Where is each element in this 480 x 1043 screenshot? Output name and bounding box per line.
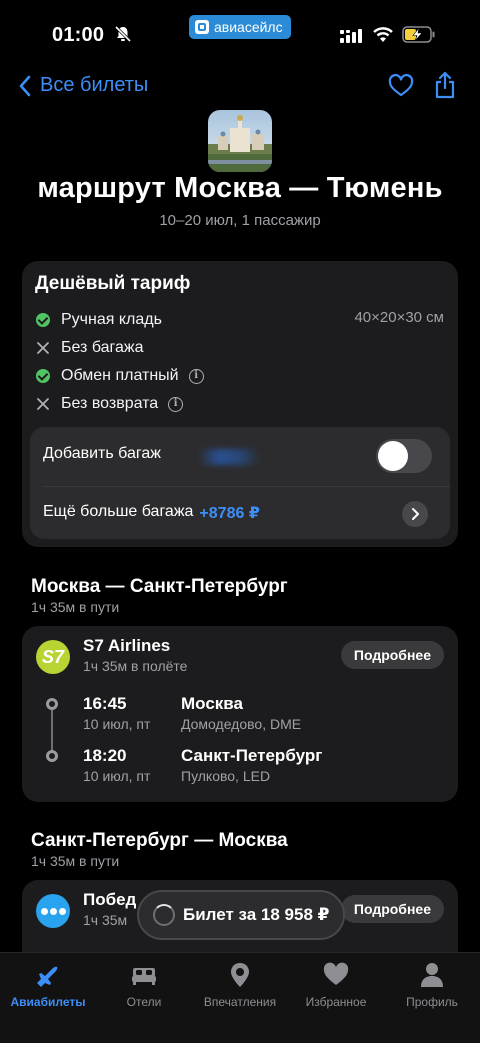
- tab-hotels[interactable]: Отели: [96, 959, 192, 1009]
- bell-muted-icon: [114, 25, 132, 43]
- tab-label: Отели: [126, 995, 162, 1009]
- aviasales-logo-icon: [195, 20, 209, 34]
- tab-flights[interactable]: Авиабилеты: [0, 959, 96, 1009]
- ticket-price-label: Билет за 18 958 ₽: [183, 905, 330, 924]
- brand-label: авиасейлс: [214, 19, 283, 35]
- tab-label: Впечатления: [203, 995, 277, 1009]
- arrival-date: 10 июл, пт: [83, 768, 151, 784]
- tab-profile[interactable]: Профиль: [384, 959, 480, 1009]
- add-baggage-toggle[interactable]: [376, 439, 432, 473]
- feature-label: Обмен платный: [61, 367, 179, 384]
- tab-label: Авиабилеты: [10, 995, 86, 1009]
- timeline-line: [51, 704, 53, 756]
- feature-label: Ручная кладь: [61, 311, 162, 328]
- more-baggage-price: +8786 ₽: [199, 505, 260, 522]
- arrival-dot: [46, 750, 58, 762]
- city-photo: [208, 110, 272, 172]
- top-nav: Все билеты: [0, 66, 480, 106]
- tab-label: Избранное: [305, 995, 367, 1009]
- segment-duration: 1ч 35м в пути: [31, 599, 120, 615]
- aviasales-badge[interactable]: авиасейлс: [189, 15, 291, 39]
- back-button[interactable]: Все билеты: [18, 74, 148, 97]
- more-baggage-label: Ещё больше багажа: [43, 503, 194, 520]
- tab-experiences[interactable]: Впечатления: [192, 959, 288, 1009]
- toggle-knob: [378, 441, 408, 471]
- chevron-right-icon: [412, 508, 419, 520]
- info-icon[interactable]: i: [188, 368, 204, 384]
- cellular-signal-icon: [340, 29, 362, 43]
- wifi-icon: [373, 27, 393, 42]
- bed-icon: [132, 968, 156, 985]
- s7-logo-icon: S7: [36, 640, 70, 674]
- segment-title: Санкт-Петербург — Москва: [31, 830, 288, 851]
- info-icon[interactable]: i: [168, 396, 184, 412]
- tab-bar: Авиабилеты Отели Впечатления Избранное П…: [0, 952, 480, 1043]
- tariff-card: Дешёвый тариф Ручная кладь 40×20×30 см Б…: [22, 261, 458, 547]
- hand-luggage-size: 40×20×30 см: [354, 309, 444, 326]
- loading-spinner-icon: [153, 904, 175, 926]
- feature-hand-luggage: Ручная кладь: [35, 308, 162, 332]
- location-pin-icon: [231, 963, 249, 987]
- airline-name: S7 Airlines: [83, 636, 171, 655]
- feature-label: Без возврата: [61, 395, 159, 412]
- battery-charging-icon: [402, 26, 435, 43]
- pobeda-logo-icon: [36, 894, 70, 928]
- departure-time: 16:45: [83, 694, 127, 713]
- tariff-title: Дешёвый тариф: [35, 273, 191, 294]
- chevron-left-icon: [19, 75, 31, 96]
- back-label: Все билеты: [40, 74, 149, 96]
- more-baggage-button[interactable]: [402, 501, 428, 527]
- flight-duration: 1ч 35м в полёте: [83, 658, 188, 674]
- add-baggage-label: Добавить багаж: [43, 445, 161, 462]
- departure-city: Москва: [181, 694, 243, 713]
- arrival-city: Санкт-Петербург: [181, 746, 323, 765]
- person-icon: [421, 963, 443, 987]
- status-bar: 01:00 авиасейлс: [0, 0, 480, 58]
- arrival-time: 18:20: [83, 746, 127, 765]
- flight-duration: 1ч 35м: [83, 912, 128, 928]
- check-icon: [36, 313, 50, 327]
- heart-icon[interactable]: [388, 74, 414, 98]
- feature-exchange: Обмен платный i: [35, 364, 204, 388]
- segment-title: Москва — Санкт-Петербург: [31, 576, 288, 597]
- plane-icon: [37, 966, 58, 987]
- blurred-price: [198, 449, 260, 465]
- status-time: 01:00: [52, 24, 105, 46]
- more-baggage-link[interactable]: Ещё больше багажа +8786 ₽: [43, 503, 260, 523]
- details-button[interactable]: Подробнее: [340, 641, 444, 669]
- baggage-options: Добавить багаж Ещё больше багажа +8786 ₽: [30, 427, 450, 539]
- departure-dot: [46, 698, 58, 710]
- details-button[interactable]: Подробнее: [340, 895, 444, 923]
- flight-card: S7 S7 Airlines 1ч 35м в полёте Подробнее…: [22, 626, 458, 802]
- tab-favorites[interactable]: Избранное: [288, 959, 384, 1009]
- cross-icon: [37, 398, 49, 410]
- feature-label: Без багажа: [61, 339, 144, 356]
- segment-duration: 1ч 35м в пути: [31, 853, 120, 869]
- departure-airport: Домодедово, DME: [181, 716, 302, 732]
- share-icon[interactable]: [434, 71, 456, 99]
- check-icon: [36, 369, 50, 383]
- tab-label: Профиль: [406, 995, 458, 1009]
- destination-city-image: [208, 110, 272, 172]
- heart-icon: [323, 962, 349, 985]
- feature-no-baggage: Без багажа: [35, 336, 144, 360]
- cross-icon: [37, 342, 49, 354]
- airline-name: Побед: [83, 890, 137, 909]
- arrival-airport: Пулково, LED: [181, 768, 271, 784]
- buy-ticket-button[interactable]: Билет за 18 958 ₽: [137, 890, 345, 940]
- feature-no-refund: Без возврата i: [35, 392, 184, 416]
- route-subtitle: 10–20 июл, 1 пассажир: [159, 212, 321, 229]
- divider: [43, 486, 450, 487]
- departure-date: 10 июл, пт: [83, 716, 151, 732]
- route-title: маршрут Москва — Тюмень: [37, 172, 443, 204]
